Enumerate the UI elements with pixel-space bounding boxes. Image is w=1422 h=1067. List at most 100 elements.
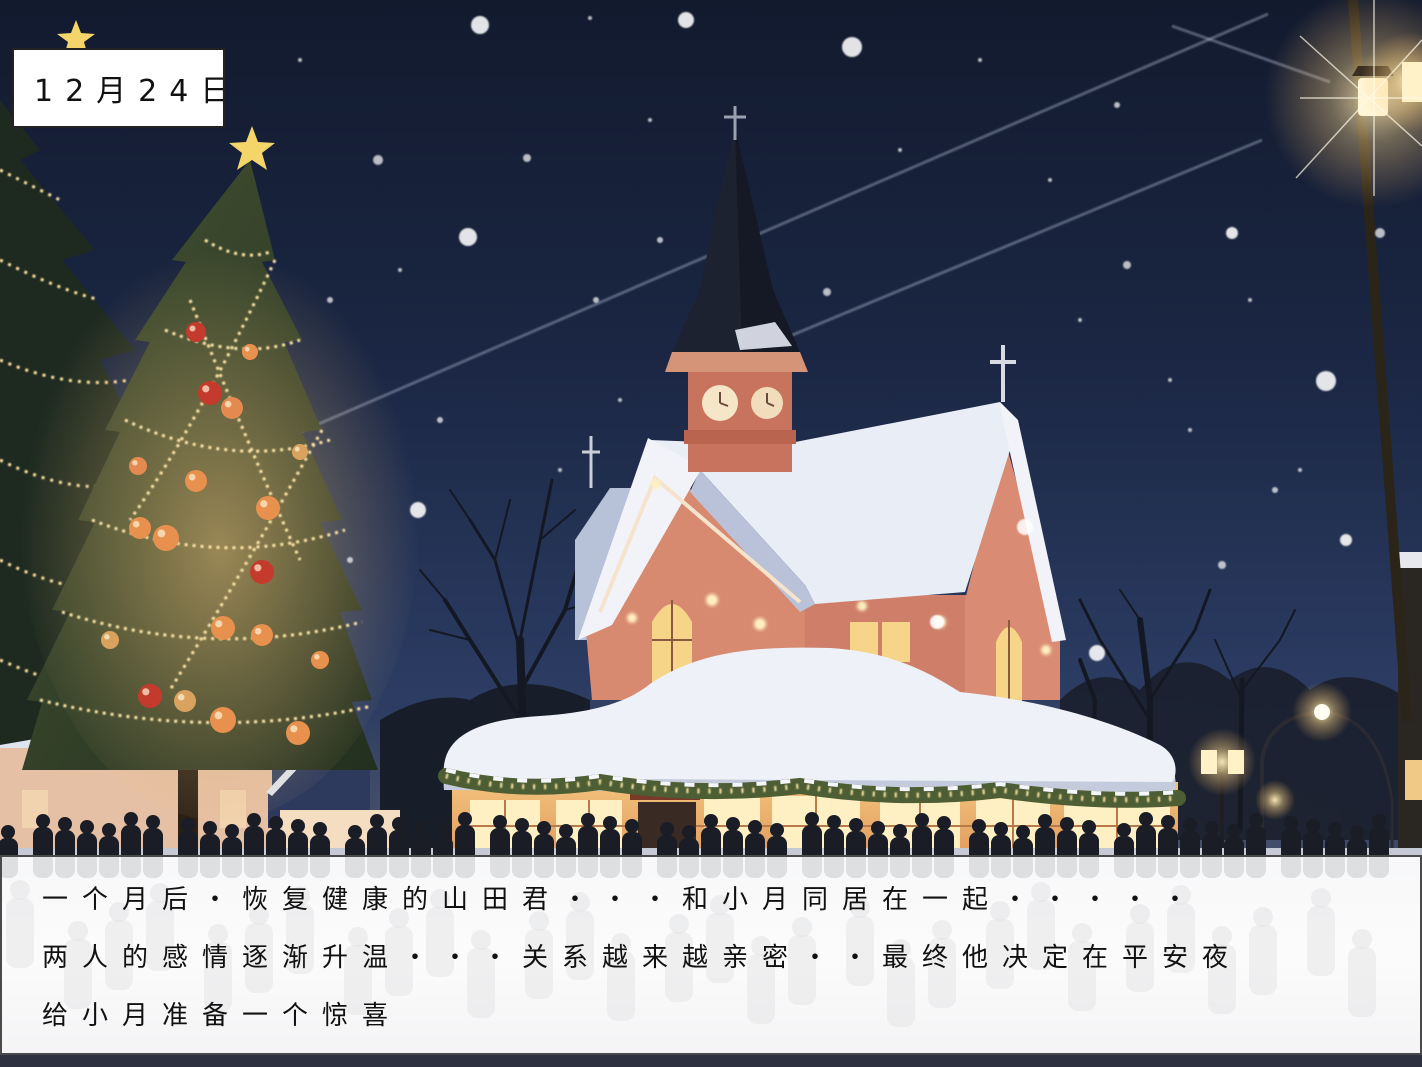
snowflake — [1123, 261, 1131, 269]
snowflake — [471, 16, 489, 34]
lamp-bulb — [1201, 750, 1217, 774]
person-head — [1082, 820, 1096, 834]
snowflake — [558, 468, 562, 472]
snowflake — [1248, 298, 1252, 302]
person-head — [972, 819, 986, 833]
person-head — [682, 825, 696, 839]
person-head — [1139, 812, 1153, 826]
person-head — [247, 813, 261, 827]
person-head — [291, 819, 305, 833]
snowflake — [437, 417, 443, 423]
person-head — [414, 820, 428, 834]
date-label: 12月24日 — [12, 48, 225, 128]
ornament — [198, 381, 222, 405]
ornament-highlight — [224, 400, 232, 408]
person-head — [1284, 816, 1298, 830]
person-head — [313, 822, 327, 836]
ornament-highlight — [244, 346, 250, 352]
snowflake — [410, 502, 426, 518]
snowflake — [588, 16, 592, 20]
ornament — [250, 560, 274, 584]
dialogue-box[interactable]: 一个月后・恢复健康的山田君・・・和小月同居在一起・・・・・ 两人的感情逐渐升温・… — [0, 855, 1422, 1055]
person-head — [102, 823, 116, 837]
person-head — [805, 812, 819, 826]
person-head — [58, 817, 72, 831]
person-head — [704, 814, 718, 828]
person-head — [748, 820, 762, 834]
person-head — [1, 825, 15, 839]
snowflake — [678, 12, 694, 28]
ornament-highlight — [215, 620, 223, 628]
snowflake — [648, 118, 652, 122]
person-head — [269, 816, 283, 830]
ornament — [153, 525, 179, 551]
person-head — [370, 814, 384, 828]
person-head — [225, 824, 239, 838]
dialogue-line-3: 给小月准备一个惊喜 — [42, 1001, 403, 1031]
person-head — [625, 819, 639, 833]
snowflake — [1272, 487, 1278, 493]
snowflake — [1188, 428, 1192, 432]
ornament — [174, 690, 196, 712]
date-text: 12月24日 — [34, 74, 225, 109]
ornament-highlight — [132, 520, 140, 528]
person-head — [1306, 819, 1320, 833]
ornament — [221, 397, 243, 419]
person-head — [770, 823, 784, 837]
snowflake — [1298, 468, 1302, 472]
person-head — [1372, 814, 1386, 828]
person-head — [1249, 813, 1263, 827]
tower-base-trim — [684, 430, 796, 444]
snowflake — [1089, 645, 1105, 661]
ornament — [210, 707, 236, 733]
snowflake — [1017, 519, 1033, 535]
snowflake — [1078, 318, 1082, 322]
person-head — [515, 818, 529, 832]
person-head — [392, 817, 406, 831]
ornament-highlight — [294, 446, 300, 452]
ornament — [211, 616, 235, 640]
person-head — [1350, 825, 1364, 839]
ornament-highlight — [290, 725, 298, 733]
tower-cornice — [665, 352, 808, 372]
ornament — [129, 457, 147, 475]
snowflake — [1168, 378, 1172, 382]
snowflake — [373, 155, 383, 165]
snowflake — [930, 615, 944, 629]
snowflake — [978, 58, 982, 62]
person-head — [146, 815, 160, 829]
ornament — [286, 721, 310, 745]
person-head — [559, 824, 573, 838]
person-head — [1328, 822, 1342, 836]
person-head — [1161, 815, 1175, 829]
person-head — [181, 818, 195, 832]
person-head — [458, 812, 472, 826]
person-head — [124, 812, 138, 826]
ornament-highlight — [177, 693, 185, 701]
snowflake — [1218, 561, 1226, 569]
ornament — [292, 444, 308, 460]
ornament-highlight — [132, 460, 138, 466]
snowflake — [898, 148, 902, 152]
person-head — [537, 821, 551, 835]
person-head — [348, 825, 362, 839]
lamp-bulb — [1228, 750, 1244, 774]
ornament-highlight — [254, 564, 262, 572]
person-head — [1227, 824, 1241, 838]
person-head — [937, 816, 951, 830]
game-screen: 12月24日 一个月后・恢复健康的山田君・・・和小月同居在一起・・・・・ 两人的… — [0, 0, 1422, 1067]
lamp-bulb — [1314, 704, 1330, 720]
snowflake — [618, 398, 622, 402]
person-head — [849, 818, 863, 832]
person-head — [36, 814, 50, 828]
dialogue-line-1: 一个月后・恢复健康的山田君・・・和小月同居在一起・・・・・ — [42, 885, 1203, 915]
ornament — [311, 651, 329, 669]
snowflake — [657, 237, 663, 243]
person-head — [603, 816, 617, 830]
snowflake — [823, 288, 831, 296]
person-head — [1060, 817, 1074, 831]
snowflake — [1340, 534, 1352, 546]
snowflake — [1048, 178, 1052, 182]
person-head — [994, 822, 1008, 836]
snowflake — [593, 297, 599, 303]
